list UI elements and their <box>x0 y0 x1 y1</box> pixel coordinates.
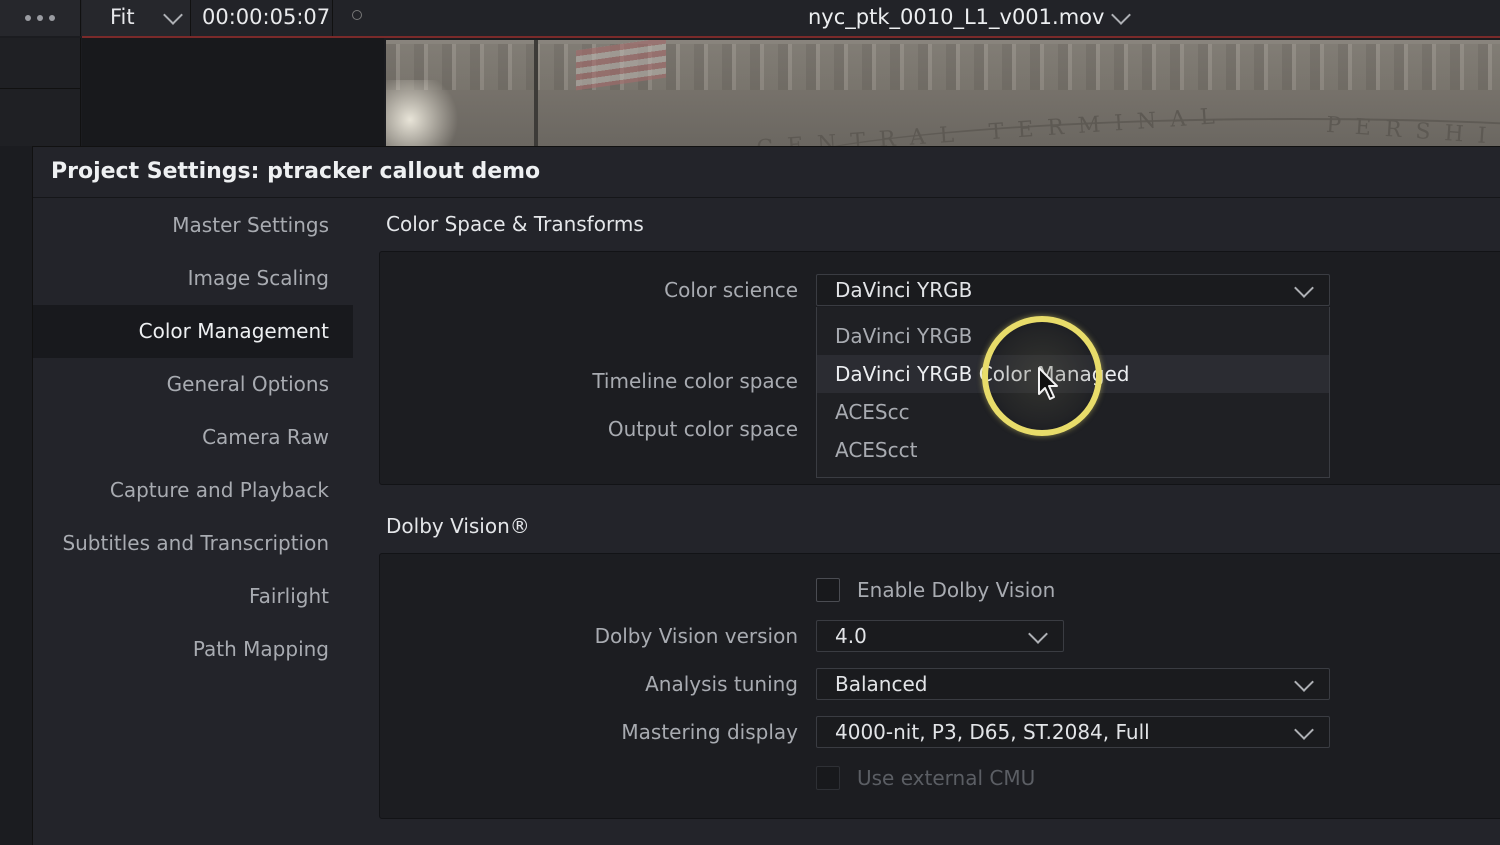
menu-item-acescct[interactable]: ACEScct <box>817 431 1329 469</box>
status-dot-icon <box>352 10 362 20</box>
zoom-dropdown[interactable]: Fit <box>82 0 191 36</box>
sidebar-item-fairlight[interactable]: Fairlight <box>33 570 353 623</box>
dot-icon <box>37 15 43 21</box>
sidebar-item-color-management[interactable]: Color Management <box>33 305 353 358</box>
analysis-tuning-label: Analysis tuning <box>645 672 798 696</box>
color-science-dropdown[interactable]: DaVinci YRGB <box>816 274 1330 306</box>
chevron-down-icon <box>1028 624 1048 644</box>
enable-dolby-vision-label: Enable Dolby Vision <box>857 578 1056 602</box>
section-heading-color-space: Color Space & Transforms <box>386 212 644 236</box>
sidebar-item-image-scaling[interactable]: Image Scaling <box>33 252 353 305</box>
project-settings-dialog: Project Settings: ptracker callout demo … <box>32 146 1500 845</box>
viewer-toolbar: Fit 00:00:05:07 nyc_ptk_0010_L1_v001.mov <box>0 0 1500 38</box>
chevron-down-icon <box>1294 720 1314 740</box>
video-frame[interactable]: CENTRAL TERMINAL PERSHIN <box>386 40 1500 146</box>
chevron-down-icon <box>1111 5 1131 25</box>
chevron-down-icon <box>1294 672 1314 692</box>
sidebar-item-path-mapping[interactable]: Path Mapping <box>33 623 353 676</box>
dot-icon <box>25 15 31 21</box>
mouse-cursor-icon <box>1038 367 1058 400</box>
mastering-display-dropdown[interactable]: 4000-nit, P3, D65, ST.2084, Full <box>816 716 1330 748</box>
more-options-button[interactable] <box>0 0 81 36</box>
clip-name-dropdown[interactable]: nyc_ptk_0010_L1_v001.mov <box>806 0 1136 36</box>
flag-pole <box>534 40 538 146</box>
chevron-down-icon <box>163 5 183 25</box>
frame-ornament <box>386 44 1500 90</box>
mastering-display-label: Mastering display <box>621 720 798 744</box>
dolby-version-label: Dolby Vision version <box>594 624 798 648</box>
dot-icon <box>49 15 55 21</box>
analysis-tuning-value: Balanced <box>835 672 928 696</box>
section-heading-dolby-vision: Dolby Vision® <box>386 514 530 538</box>
viewer-matte <box>82 38 384 146</box>
dialog-title: Project Settings: ptracker callout demo <box>51 159 541 184</box>
dolby-version-dropdown[interactable]: 4.0 <box>816 620 1064 652</box>
output-color-space-label: Output color space <box>607 417 798 441</box>
dolby-version-value: 4.0 <box>835 624 867 648</box>
color-science-value: DaVinci YRGB <box>835 278 973 302</box>
timeline-color-space-label: Timeline color space <box>592 369 798 393</box>
sidebar-item-capture-playback[interactable]: Capture and Playback <box>33 464 353 517</box>
left-panel-strip <box>0 38 81 146</box>
sidebar-item-camera-raw[interactable]: Camera Raw <box>33 411 353 464</box>
sidebar-item-subtitles[interactable]: Subtitles and Transcription <box>33 517 353 570</box>
clip-name: nyc_ptk_0010_L1_v001.mov <box>808 5 1105 29</box>
sidebar-item-general-options[interactable]: General Options <box>33 358 353 411</box>
chevron-down-icon <box>1294 278 1314 298</box>
divider <box>33 197 1500 198</box>
divider <box>332 0 333 36</box>
use-external-cmu-checkbox[interactable] <box>816 766 840 790</box>
frame-highlight <box>386 80 466 146</box>
color-science-label: Color science <box>664 278 798 302</box>
mastering-display-value: 4000-nit, P3, D65, ST.2084, Full <box>835 720 1150 744</box>
analysis-tuning-dropdown[interactable]: Balanced <box>816 668 1330 700</box>
sidebar-item-master-settings[interactable]: Master Settings <box>33 199 353 252</box>
timecode-display: 00:00:05:07 <box>202 5 331 29</box>
enable-dolby-vision-checkbox[interactable] <box>816 578 840 602</box>
zoom-value: Fit <box>110 5 135 29</box>
use-external-cmu-label: Use external CMU <box>857 766 1036 790</box>
